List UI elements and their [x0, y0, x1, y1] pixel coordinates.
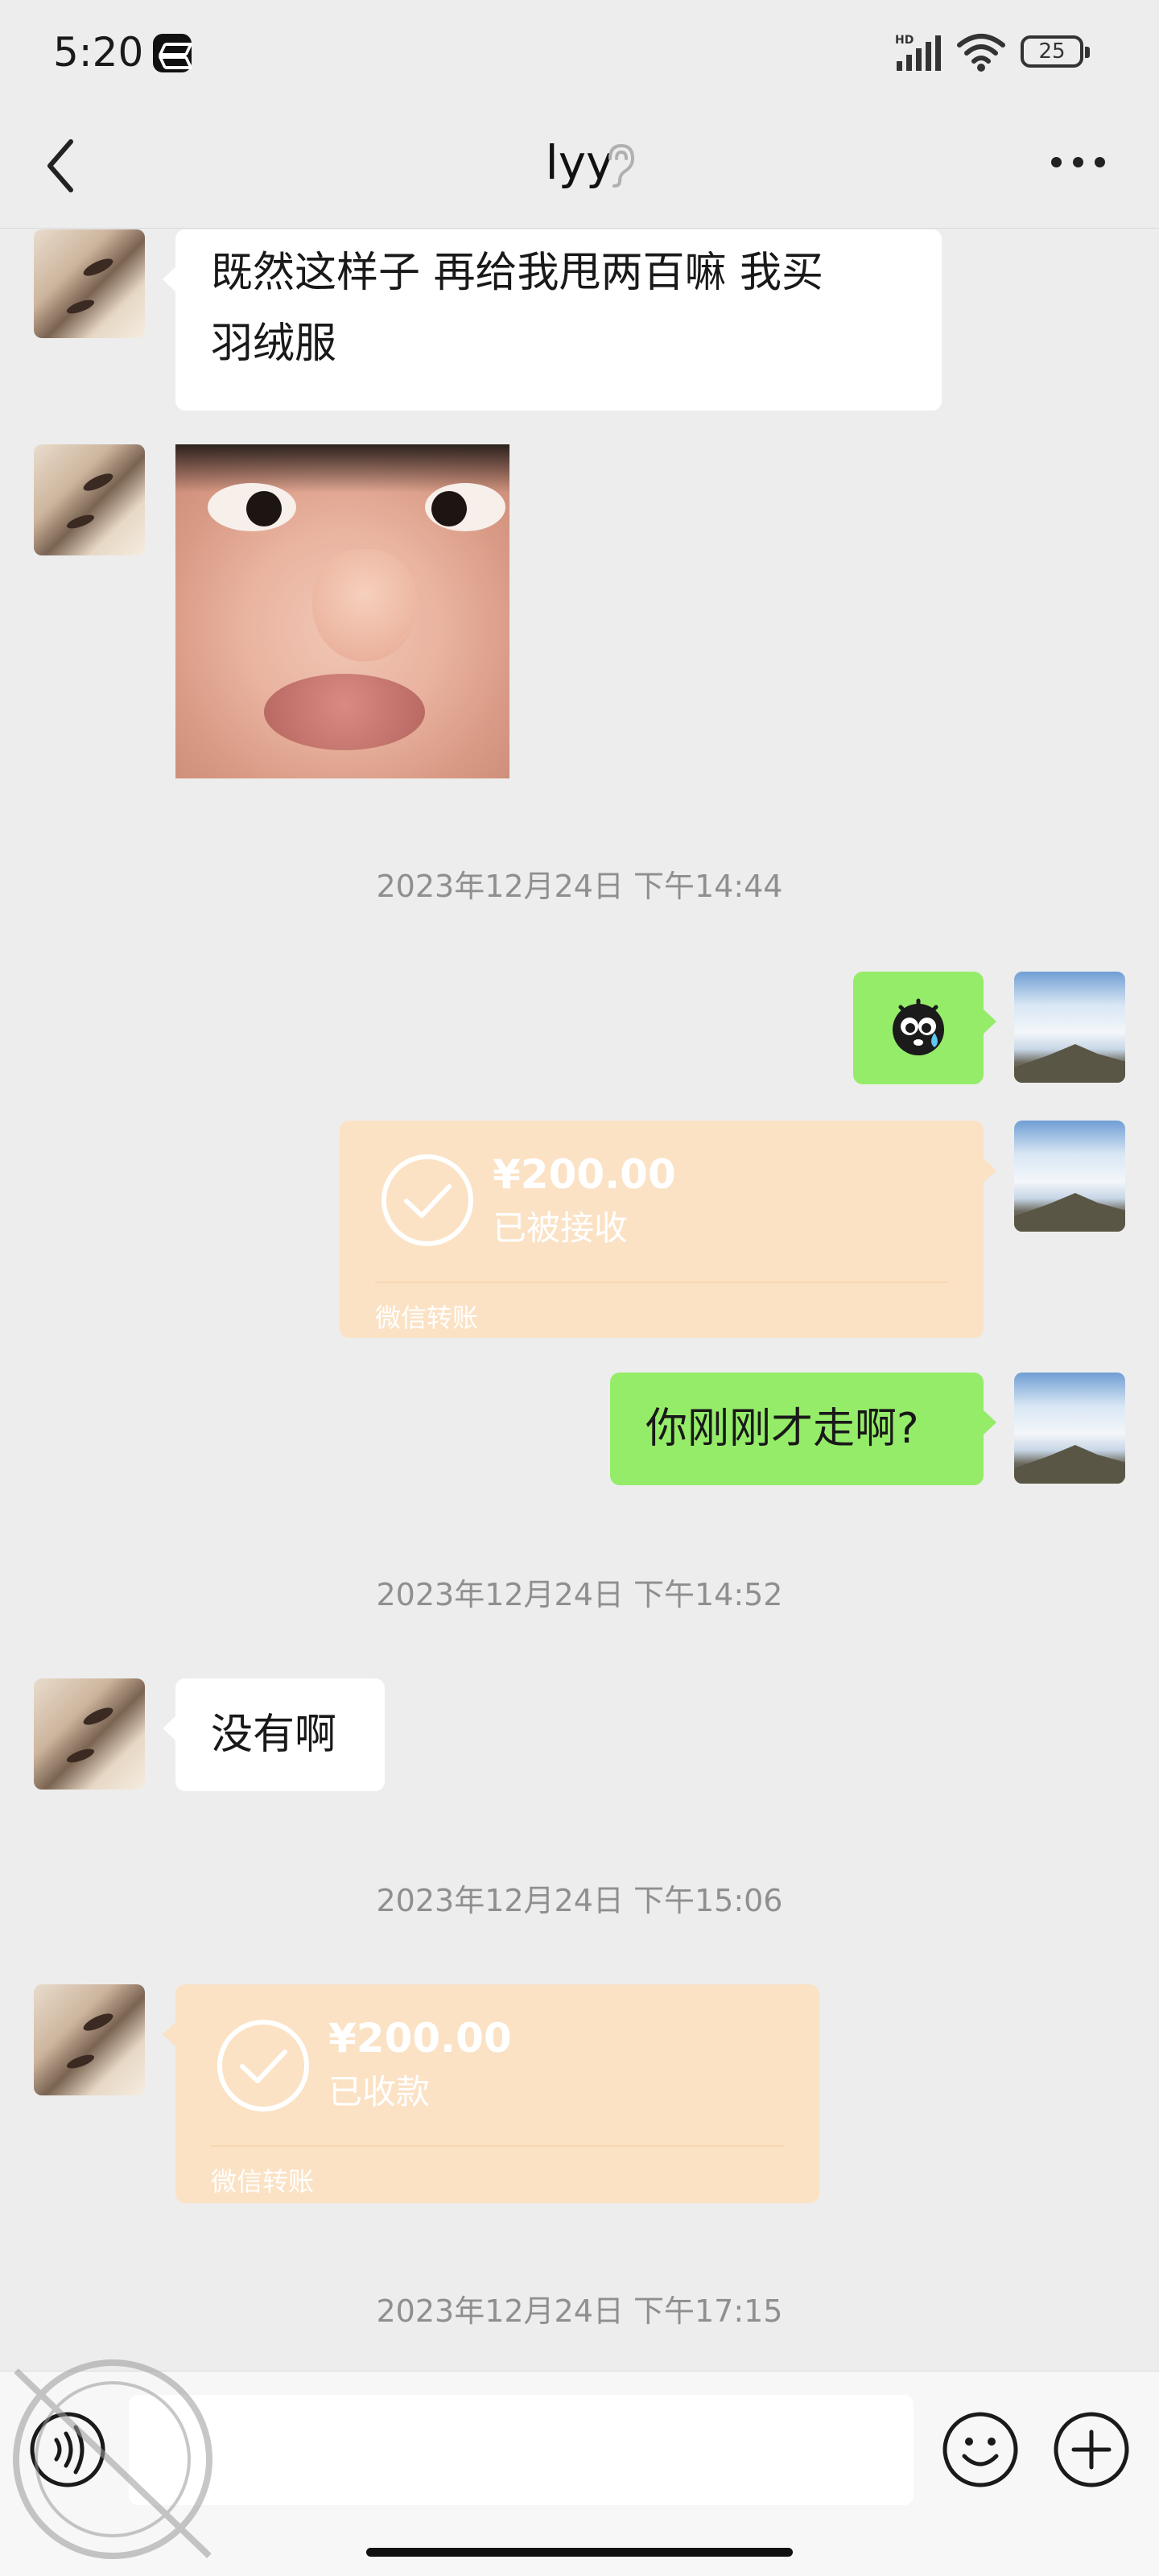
received-message-bubble[interactable]: 既然这样子 再给我甩两百嘛 我买 羽绒服 — [163, 229, 942, 411]
more-icon[interactable] — [1046, 153, 1111, 172]
message-text: 你刚刚才走啊? — [645, 1405, 919, 1453]
chat-area[interactable]: 既然这样子 再给我甩两百嘛 我买 羽绒服 2023年12月24日 下午14:44 — [0, 229, 1159, 2371]
plus-icon[interactable] — [1053, 2411, 1130, 2488]
sent-message-bubble[interactable]: 你刚刚才走啊? — [610, 1373, 996, 1485]
capcut-icon — [153, 34, 192, 72]
chat-header: lyy — [0, 105, 1159, 229]
sticker-photo[interactable] — [175, 444, 509, 778]
check-circle-icon — [217, 2020, 309, 2112]
ear-icon — [608, 143, 635, 188]
battery-icon: 25 — [1021, 35, 1090, 68]
check-circle-icon — [382, 1154, 473, 1246]
status-bar: 5:20 HD 25 — [0, 0, 1159, 105]
contact-avatar[interactable] — [34, 1678, 145, 1790]
transfer-label: 微信转账 — [375, 1302, 479, 1333]
transfer-status: 已收款 — [328, 2072, 431, 2112]
my-avatar[interactable] — [1014, 972, 1125, 1083]
chat-title: lyy — [545, 135, 614, 190]
signal-icon: HD — [895, 34, 941, 71]
sent-emoji-bubble[interactable] — [853, 972, 996, 1084]
my-avatar[interactable] — [1014, 1121, 1125, 1232]
crying-emoji-icon — [893, 998, 944, 1055]
transfer-card-sent[interactable]: ¥200.00 已被接收 微信转账 — [340, 1121, 996, 1338]
contact-avatar[interactable] — [34, 1984, 145, 2095]
message-text: 没有啊 — [211, 1711, 337, 1759]
transfer-status: 已被接收 — [493, 1208, 629, 1248]
message-timestamp: 2023年12月24日 下午14:52 — [376, 1577, 783, 1612]
message-timestamp: 2023年12月24日 下午14:44 — [376, 869, 783, 904]
network-label: HD — [895, 34, 914, 47]
watermark-stamp — [13, 2359, 212, 2559]
emoji-icon[interactable] — [942, 2411, 1019, 2488]
message-text-line: 既然这样子 再给我甩两百嘛 我买 — [211, 249, 824, 297]
transfer-label: 微信转账 — [211, 2166, 315, 2197]
status-time: 5:20 — [53, 29, 144, 76]
contact-avatar[interactable] — [34, 444, 145, 555]
transfer-amount: ¥200.00 — [493, 1151, 676, 1198]
message-text-line: 羽绒服 — [211, 320, 337, 368]
message-input[interactable] — [129, 2395, 914, 2505]
received-message-bubble[interactable]: 没有啊 — [163, 1678, 385, 1791]
transfer-card-received[interactable]: ¥200.00 已收款 微信转账 — [163, 1984, 819, 2203]
transfer-amount: ¥200.00 — [328, 2015, 512, 2062]
message-timestamp: 2023年12月24日 下午15:06 — [376, 1883, 783, 1918]
message-timestamp: 2023年12月24日 下午17:15 — [376, 2293, 783, 2329]
my-avatar[interactable] — [1014, 1373, 1125, 1484]
contact-avatar[interactable] — [34, 229, 145, 338]
home-indicator[interactable] — [366, 2548, 793, 2557]
wifi-icon — [957, 34, 1005, 72]
